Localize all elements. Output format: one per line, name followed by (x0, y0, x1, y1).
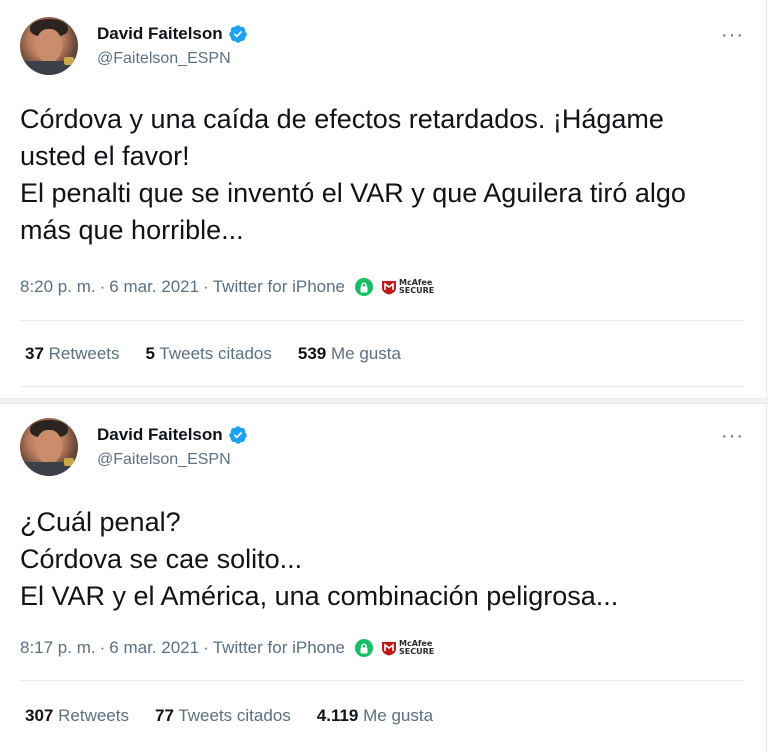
tweet-date[interactable]: 6 mar. 2021 (109, 638, 199, 658)
likes-label: Me gusta (363, 706, 434, 725)
author-row: David Faitelson (97, 425, 248, 445)
tweet-stats: 307 Retweets 77 Tweets citados 4.119 Me … (25, 706, 459, 726)
retweets-count: 307 (25, 706, 54, 725)
more-options-icon[interactable]: ··· (721, 25, 744, 45)
meta-dot: · (99, 277, 106, 296)
secure-label: SECURE (399, 647, 435, 656)
retweets-label: Retweets (48, 344, 120, 363)
author-name[interactable]: David Faitelson (97, 24, 223, 44)
meta-dot: · (99, 638, 106, 657)
divider (20, 386, 744, 387)
retweets-count: 37 (25, 344, 44, 363)
tweet-time[interactable]: 8:17 p. m. (20, 638, 96, 658)
tweet-1: David Faitelson @Faitelson_ESPN ··· Córd… (0, 0, 767, 398)
tweet-stats: 37 Retweets 5 Tweets citados 539 Me gust… (25, 344, 427, 364)
author-row: David Faitelson (97, 24, 248, 44)
author-name[interactable]: David Faitelson (97, 425, 223, 445)
avatar[interactable] (20, 17, 78, 75)
meta-dot: · (203, 277, 209, 296)
likes-stat[interactable]: 4.119 Me gusta (317, 706, 433, 726)
meta-dot: · (203, 638, 209, 657)
more-options-icon[interactable]: ··· (721, 426, 744, 446)
quotes-label: Tweets citados (159, 344, 272, 363)
quotes-stat[interactable]: 77 Tweets citados (155, 706, 291, 726)
retweets-label: Retweets (58, 706, 129, 725)
mcafee-shield-icon (382, 642, 397, 656)
tweet-time[interactable]: 8:20 p. m. (20, 277, 96, 297)
retweets-stat[interactable]: 37 Retweets (25, 344, 120, 364)
tweet-date[interactable]: 6 mar. 2021 (109, 277, 199, 297)
likes-count: 4.119 (316, 706, 359, 725)
avatar[interactable] (20, 418, 78, 476)
tweet-text: Córdova y una caída de efectos retardado… (20, 104, 686, 245)
quotes-label: Tweets citados (178, 706, 291, 725)
secure-label: SECURE (399, 286, 435, 295)
verified-badge-icon (228, 426, 247, 444)
likes-count: 539 (297, 344, 327, 363)
author-handle[interactable]: @Faitelson_ESPN (97, 451, 231, 469)
mcafee-shield-icon (382, 281, 397, 295)
quotes-count: 77 (154, 706, 174, 725)
tweet-meta: 8:20 p. m. · 6 mar. 2021 · Twitter for i… (20, 277, 434, 297)
lock-icon (355, 639, 374, 657)
lock-icon (355, 278, 374, 296)
tweet-source[interactable]: Twitter for iPhone (213, 638, 345, 658)
quotes-count: 5 (145, 344, 155, 363)
mcafee-secure-badge: McAfee SECURE (381, 279, 434, 295)
tweet-source[interactable]: Twitter for iPhone (213, 277, 345, 297)
likes-label: Me gusta (330, 344, 401, 363)
verified-badge-icon (228, 25, 247, 43)
tweet-text: ¿Cuál penal? Córdova se cae solito... El… (20, 507, 619, 611)
author-handle[interactable]: @Faitelson_ESPN (97, 50, 231, 68)
mcafee-secure-badge: McAfee SECURE (381, 640, 434, 656)
likes-stat[interactable]: 539 Me gusta (298, 344, 401, 364)
divider (20, 320, 744, 321)
retweets-stat[interactable]: 307 Retweets (25, 706, 129, 726)
divider (20, 680, 744, 681)
tweet-meta: 8:17 p. m. · 6 mar. 2021 · Twitter for i… (20, 638, 434, 658)
tweet-2: David Faitelson @Faitelson_ESPN ··· ¿Cuá… (0, 404, 767, 752)
quotes-stat[interactable]: 5 Tweets citados (146, 344, 272, 364)
